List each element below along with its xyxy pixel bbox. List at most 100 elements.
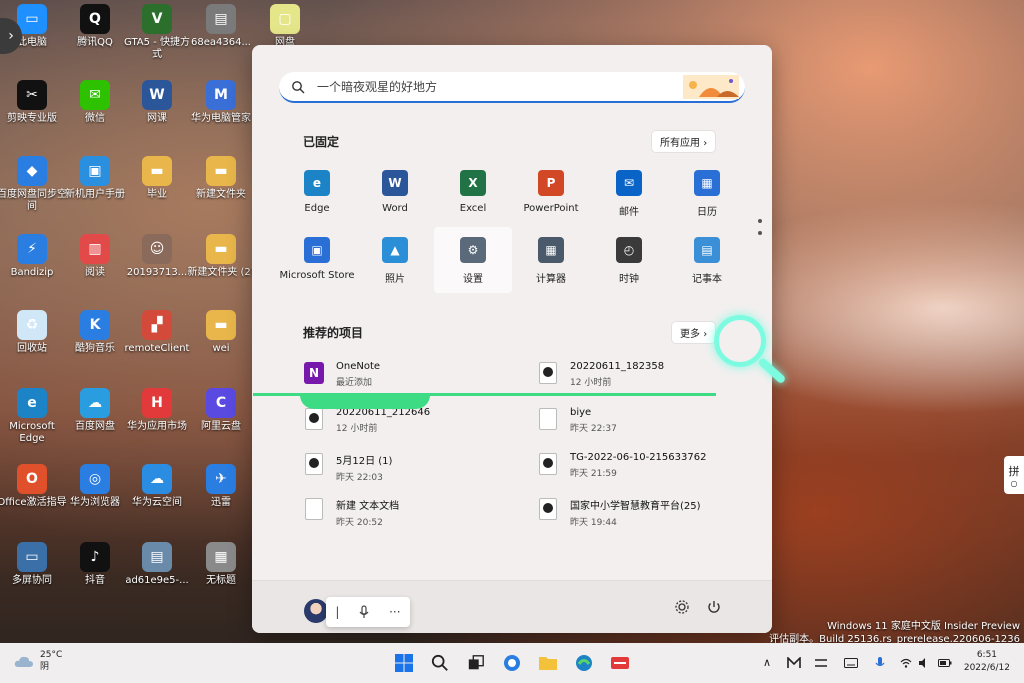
desktop-icon[interactable]: C 阿里云盘 bbox=[186, 388, 256, 433]
recommended-text: 国家中小学智慧教育平台(25) 昨天 19:44 bbox=[570, 497, 701, 528]
desktop-icon[interactable]: ▢ 网盘 bbox=[250, 4, 320, 49]
power-icon[interactable] bbox=[706, 599, 722, 615]
desktop-icon-label: Bandizip bbox=[10, 267, 54, 278]
desktop-icon[interactable]: ✉ 微信 bbox=[60, 80, 130, 125]
desktop-icon[interactable]: O Office激活指导 bbox=[0, 464, 67, 509]
desktop-app-icon: ▬ bbox=[206, 234, 236, 264]
search-input[interactable] bbox=[315, 78, 679, 95]
keyboard-icon[interactable] bbox=[844, 657, 858, 669]
desktop-icon[interactable]: ▬ 新建文件夹 (2) bbox=[186, 234, 256, 279]
desktop-icon[interactable]: ▦ 无标题 bbox=[186, 542, 256, 587]
desktop-icon[interactable]: ▤ 68ea4364... bbox=[186, 4, 256, 49]
recommended-item[interactable]: N OneNote 最近添加 bbox=[304, 361, 380, 388]
pinned-app[interactable]: ⚙ 设置 bbox=[434, 227, 512, 293]
recommended-item[interactable]: 5月12日 (1) 昨天 22:03 bbox=[304, 452, 392, 483]
taskbar-browser-button[interactable] bbox=[500, 651, 524, 675]
desktop-icon[interactable]: ▬ wei bbox=[186, 310, 256, 355]
recommended-text: 新建 文本文档 昨天 20:52 bbox=[336, 497, 399, 528]
pinned-app[interactable]: X Excel bbox=[434, 160, 512, 226]
desktop-icon-label: 迅雷 bbox=[211, 497, 231, 508]
all-apps-button[interactable]: 所有应用 › bbox=[652, 131, 716, 152]
taskbar-explorer-button[interactable] bbox=[536, 651, 560, 675]
pinned-title: 已固定 bbox=[303, 135, 340, 149]
pinned-app[interactable]: P PowerPoint bbox=[512, 160, 590, 226]
desktop-icon[interactable]: ▬ 毕业 bbox=[122, 156, 192, 201]
pinned-app-label: Edge bbox=[304, 203, 330, 214]
desktop-icon[interactable]: V GTA5 - 快捷方式 bbox=[122, 4, 192, 61]
desktop-icon[interactable]: e Microsoft Edge bbox=[0, 388, 67, 445]
desktop-icon[interactable]: ▣ 新机用户手册 bbox=[60, 156, 130, 201]
volume-icon[interactable] bbox=[918, 657, 930, 669]
recommended-item[interactable]: 新建 文本文档 昨天 20:52 bbox=[304, 497, 399, 528]
desktop-icon[interactable]: ✈ 迅雷 bbox=[186, 464, 256, 509]
pinned-app[interactable]: ◴ 时钟 bbox=[590, 227, 668, 293]
recommended-item[interactable]: 20220611_212646 12 小时前 bbox=[304, 407, 430, 434]
pinned-app[interactable]: e Edge bbox=[278, 160, 356, 226]
recommended-item[interactable]: TG-2022-06-10-215633762 昨天 21:59 bbox=[538, 452, 706, 479]
desktop-icon[interactable]: ☁ 百度网盘 bbox=[60, 388, 130, 433]
desktop-icon[interactable]: ☺ 20193713... bbox=[122, 234, 192, 279]
recommended-text: biye 昨天 22:37 bbox=[570, 407, 617, 434]
desktop-icon[interactable]: ▥ 阅读 bbox=[60, 234, 130, 279]
desktop-icon[interactable]: W 网课 bbox=[122, 80, 192, 125]
desktop-icon[interactable]: ▬ 新建文件夹 bbox=[186, 156, 256, 201]
more-button[interactable]: 更多 › bbox=[672, 322, 716, 343]
tray-overflow-chevron[interactable]: ∧ bbox=[763, 656, 771, 669]
transfer-tray-icon[interactable] bbox=[814, 657, 828, 669]
start-button[interactable] bbox=[392, 651, 416, 675]
taskbar-app-button[interactable] bbox=[608, 651, 632, 675]
desktop-icon[interactable]: ✂ 剪映专业版 bbox=[0, 80, 67, 125]
pinned-app-icon: X bbox=[460, 170, 486, 196]
desktop-icon-label: 华为浏览器 bbox=[70, 497, 120, 508]
desktop-icon[interactable]: ⚡ Bandizip bbox=[0, 234, 67, 279]
taskbar-search-button[interactable] bbox=[428, 651, 452, 675]
weather-widget[interactable]: 25°C 阴 bbox=[14, 649, 62, 673]
video-file-icon bbox=[304, 452, 324, 476]
pinned-app-icon: ▣ bbox=[304, 237, 330, 263]
pinned-app[interactable]: ▦ 日历 bbox=[668, 160, 746, 226]
pinned-app-label: 照片 bbox=[385, 274, 405, 285]
desktop-icon[interactable]: Q 腾讯QQ bbox=[60, 4, 130, 49]
desktop-icon[interactable]: M 华为电脑管家 bbox=[186, 80, 256, 125]
desktop-icon[interactable]: ◎ 华为浏览器 bbox=[60, 464, 130, 509]
desktop-icon[interactable]: ♻ 回收站 bbox=[0, 310, 67, 355]
taskbar-edge-button[interactable] bbox=[572, 651, 596, 675]
task-view-button[interactable] bbox=[464, 651, 488, 675]
desktop-app-icon: ▤ bbox=[142, 542, 172, 572]
huawei-manager-tray-icon[interactable] bbox=[787, 657, 801, 669]
desktop-icon[interactable]: ▭ 多屏协同 bbox=[0, 542, 67, 587]
folder-icon bbox=[539, 657, 557, 670]
desktop-app-icon: C bbox=[206, 388, 236, 418]
page-indicator-dot[interactable] bbox=[758, 231, 762, 235]
desktop-icon[interactable]: ▞ remoteClient bbox=[122, 310, 192, 355]
recommended-item[interactable]: 国家中小学智慧教育平台(25) 昨天 19:44 bbox=[538, 497, 701, 528]
microphone-tray-icon[interactable] bbox=[874, 656, 886, 670]
pinned-app[interactable]: ▤ 记事本 bbox=[668, 227, 746, 293]
desktop-icon[interactable]: K 酷狗音乐 bbox=[60, 310, 130, 355]
search-box[interactable] bbox=[279, 72, 745, 103]
pinned-app[interactable]: ✉ 邮件 bbox=[590, 160, 668, 226]
settings-gear-icon[interactable] bbox=[674, 599, 690, 615]
desktop-icon[interactable]: ◆ 百度网盘同步空间 bbox=[0, 156, 67, 213]
pinned-app[interactable]: ▲ 照片 bbox=[356, 227, 434, 293]
desktop-app-icon: ☁ bbox=[142, 464, 172, 494]
recommended-item[interactable]: 20220611_182358 12 小时前 bbox=[538, 361, 664, 388]
battery-icon[interactable] bbox=[938, 657, 952, 669]
pinned-app[interactable]: ▦ 计算器 bbox=[512, 227, 590, 293]
desktop-app-icon: ▬ bbox=[206, 156, 236, 186]
desktop-icon[interactable]: H 华为应用市场 bbox=[122, 388, 192, 433]
pinned-app[interactable]: W Word bbox=[356, 160, 434, 226]
wifi-icon[interactable] bbox=[900, 657, 912, 669]
desktop-icon[interactable]: ☁ 华为云空间 bbox=[122, 464, 192, 509]
desktop-icon[interactable]: ♪ 抖音 bbox=[60, 542, 130, 587]
clock[interactable]: 6:51 2022/6/12 bbox=[964, 649, 1010, 675]
desktop-icon[interactable]: ▤ ad61e9e5-... bbox=[122, 542, 192, 587]
page-indicator-dot[interactable] bbox=[758, 219, 762, 223]
user-avatar[interactable] bbox=[304, 599, 328, 623]
more-options-icon[interactable]: ··· bbox=[389, 605, 400, 619]
input-method-tab[interactable]: 拼 ○ bbox=[1004, 456, 1024, 494]
recommended-item[interactable]: biye 昨天 22:37 bbox=[538, 407, 617, 434]
pinned-app[interactable]: ▣ Microsoft Store bbox=[278, 227, 356, 293]
microphone-icon[interactable] bbox=[358, 605, 370, 619]
file-glyph bbox=[305, 408, 323, 430]
